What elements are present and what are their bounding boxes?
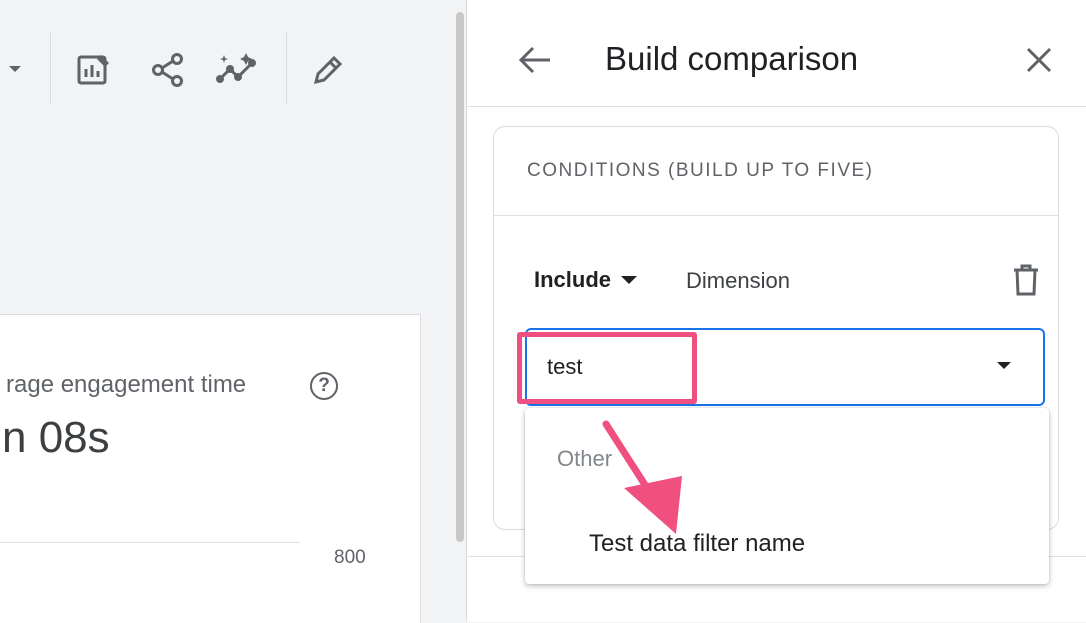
close-icon[interactable] [1021,42,1057,78]
chevron-down-icon[interactable] [997,362,1011,369]
dimension-select-value[interactable]: test [547,354,582,380]
delete-icon[interactable] [1012,263,1040,297]
conditions-title: CONDITIONS (BUILD UP TO FIVE) [527,160,874,181]
toolbar-divider [286,32,287,104]
help-icon[interactable]: ? [310,372,338,400]
dropdown-section-label: Other [557,446,613,471]
metric-card: rage engagement time ? n 08s 800 [0,314,421,623]
back-arrow-icon[interactable] [517,42,553,78]
toolbar-divider [50,32,51,104]
dimension-select[interactable]: test [525,328,1045,406]
panel-header: Build comparison [467,0,1086,107]
include-dropdown[interactable]: Include [534,267,638,293]
metric-value: n 08s [2,413,110,462]
edit-report-icon[interactable] [72,48,116,92]
pencil-icon[interactable] [306,48,350,92]
dimension-label: Dimension [686,268,790,293]
chevron-down-icon [621,276,638,284]
panel-title: Build comparison [605,40,859,77]
chart-gridline [0,542,300,543]
report-toolbar [0,14,400,106]
scrollbar[interactable] [456,12,464,542]
share-icon[interactable] [146,48,190,92]
dimension-dropdown-menu: Other Test data filter name [525,408,1049,584]
include-label: Include [534,267,612,292]
dropdown-option[interactable]: Test data filter name [589,530,805,558]
conditions-header: CONDITIONS (BUILD UP TO FIVE) [494,127,1058,216]
report-pane: rage engagement time ? n 08s 800 [0,0,456,623]
insights-icon[interactable] [214,48,262,92]
chevron-down-icon[interactable] [4,58,26,80]
metric-label: rage engagement time [6,371,247,398]
axis-tick-label: 800 [334,547,366,568]
build-comparison-panel: Build comparison CONDITIONS (BUILD UP TO… [466,0,1086,622]
